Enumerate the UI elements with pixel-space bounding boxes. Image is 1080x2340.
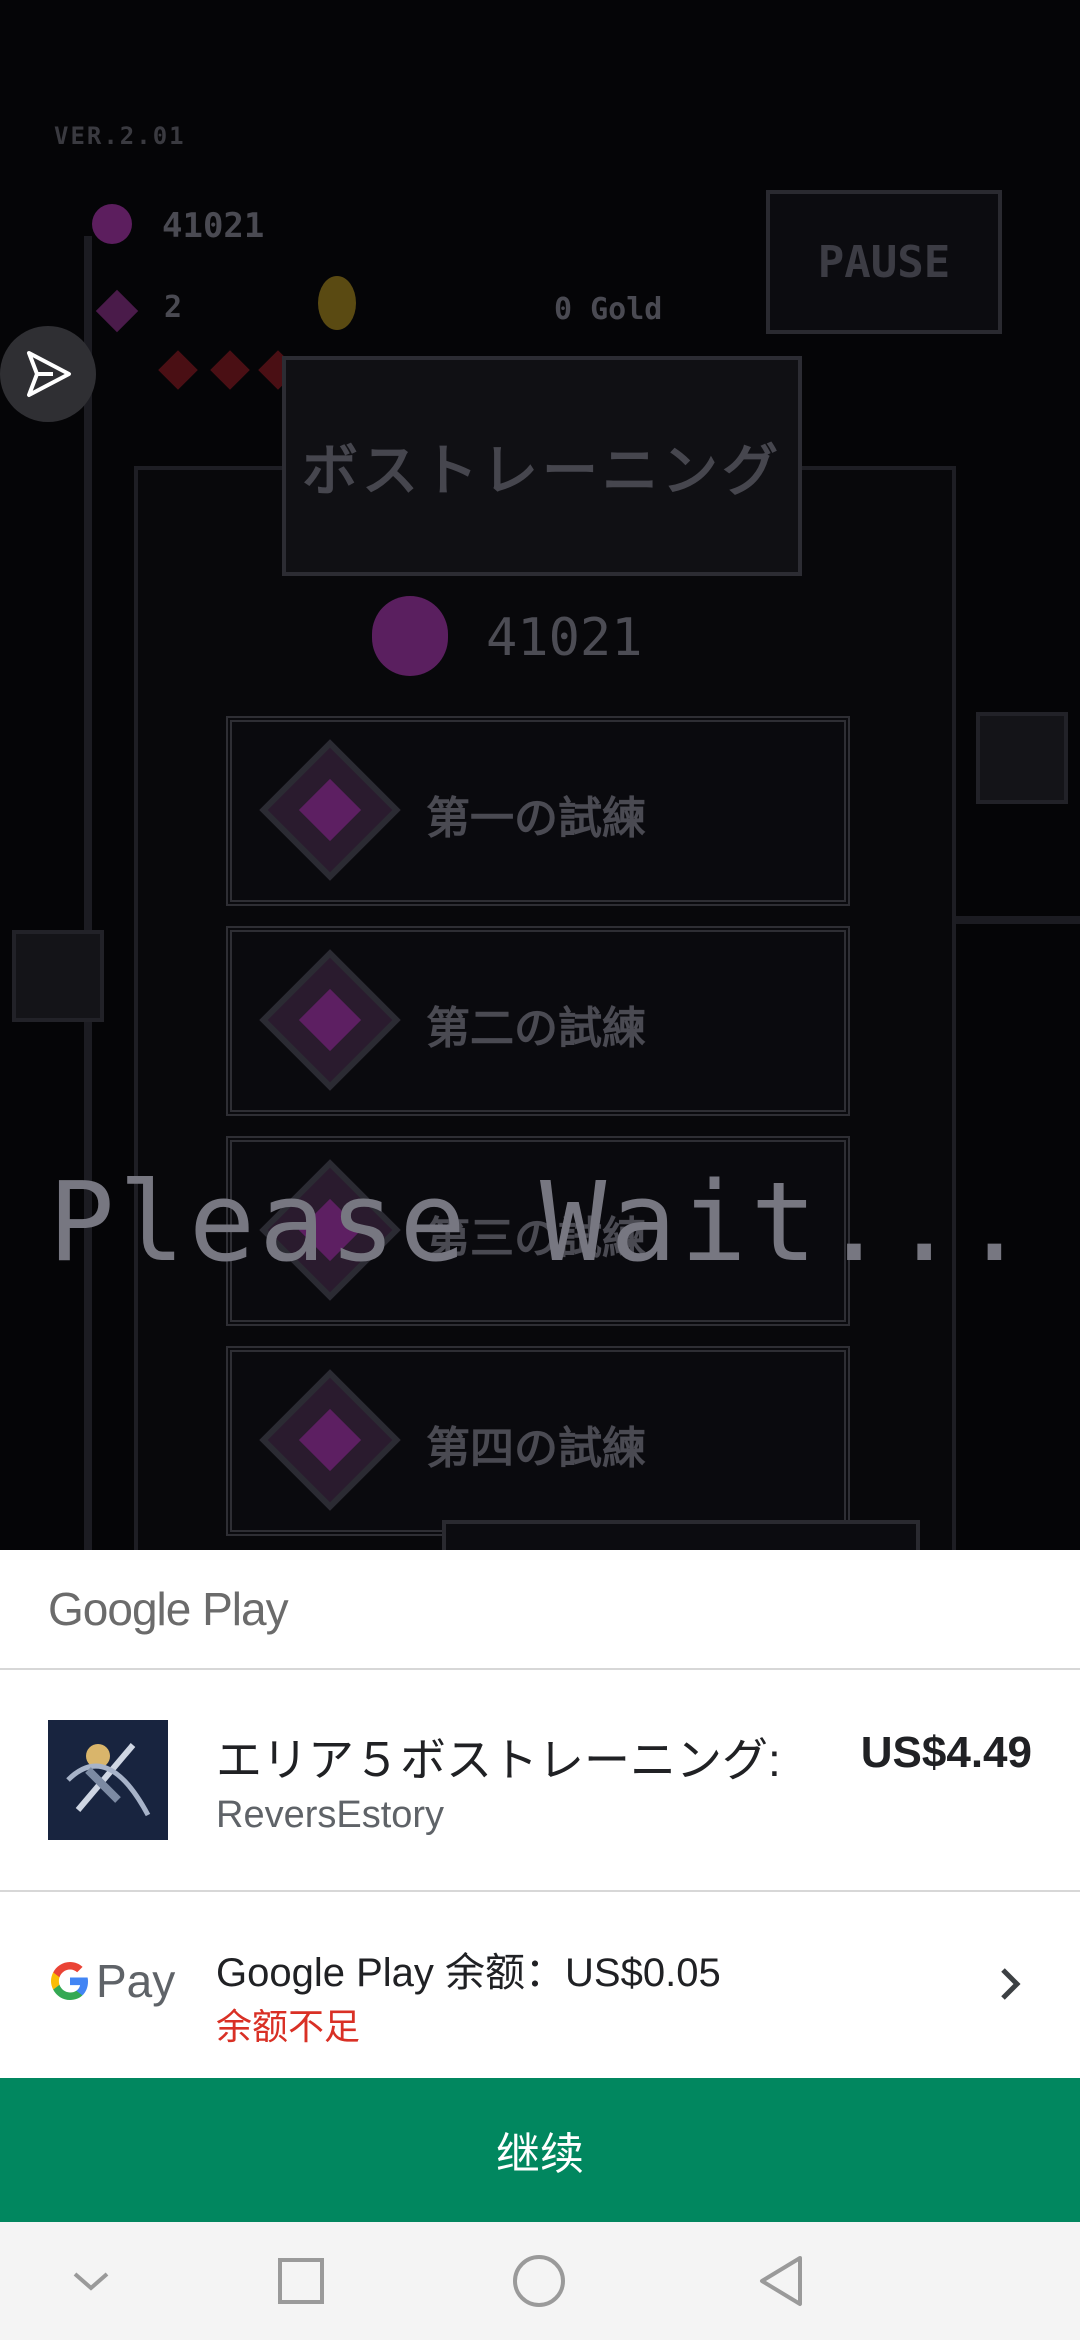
square-icon[interactable]	[266, 2246, 336, 2316]
pay-wordmark: Pay	[96, 1955, 176, 2007]
game-background: VER.2.01 41021 2 0 Gold PAUSE ボストレーニング 4…	[0, 0, 1080, 1550]
purchase-sheet: Google Play エリア５ボストレーニング: ReversEstory U…	[0, 1550, 1080, 2222]
google-g-icon	[51, 1962, 88, 2000]
sheet-header: Google Play	[0, 1550, 1080, 1670]
trial-1-button[interactable]: 第一の試練	[226, 716, 850, 906]
continue-button[interactable]: 继续	[0, 2078, 1080, 2222]
chevron-right-icon[interactable]	[980, 1954, 1040, 2014]
potion-stat: 41021	[162, 206, 265, 246]
trial-label: 第四の試練	[426, 1423, 646, 1474]
trial-gem-icon	[259, 1369, 401, 1511]
archer-icon	[48, 1720, 168, 1840]
send-icon	[27, 351, 71, 397]
side-rail	[940, 916, 1080, 924]
potion-count: 41021	[486, 608, 643, 668]
heart-icon	[210, 350, 250, 390]
pixel-block	[12, 930, 104, 1022]
google-pay-logo: Pay	[48, 1954, 175, 2008]
share-button[interactable]	[0, 326, 96, 422]
boss-training-title: ボストレーニング	[282, 356, 802, 576]
coin-icon	[318, 276, 356, 330]
trial-label: 第一の試練	[426, 793, 646, 844]
heart-icon	[158, 350, 198, 390]
trial-gem-icon	[259, 739, 401, 881]
trial-4-button[interactable]: 第四の試練	[226, 1346, 850, 1536]
trial-gem-icon	[259, 949, 401, 1091]
panel-bottom-box	[442, 1520, 920, 1550]
pause-button[interactable]: PAUSE	[766, 190, 1002, 334]
potion-icon	[92, 204, 132, 244]
trial-label: 第二の試練	[426, 1003, 646, 1054]
chevron-down-icon[interactable]	[56, 2246, 126, 2316]
insufficient-balance-warning: 余额不足	[216, 2006, 361, 2047]
side-rail	[84, 236, 92, 1550]
please-wait-text: Please Wait...	[48, 1158, 1032, 1286]
gold-stat: 0 Gold	[554, 292, 663, 327]
back-triangle-icon[interactable]	[746, 2246, 816, 2316]
circle-icon[interactable]	[504, 2246, 574, 2316]
gem-icon	[95, 289, 139, 333]
item-price: US$4.49	[860, 1728, 1032, 1777]
trial-2-button[interactable]: 第二の試練	[226, 926, 850, 1116]
purchase-item: エリア５ボストレーニング: ReversEstory US$4.49	[0, 1670, 1080, 1892]
google-play-logo: Google Play	[48, 1583, 289, 1635]
item-title: エリア５ボストレーニング:	[216, 1734, 781, 1786]
version-label: VER.2.01	[54, 122, 186, 150]
pixel-block	[976, 712, 1068, 804]
gem-stat: 2	[164, 290, 183, 325]
potion-icon	[372, 596, 448, 676]
app-thumbnail	[48, 1720, 168, 1840]
developer-name: ReversEstory	[216, 1794, 445, 1836]
balance-label: Google Play 余额：US$0.05	[216, 1951, 721, 1995]
payment-method-row[interactable]: Pay Google Play 余额：US$0.05 余额不足	[0, 1892, 1080, 2078]
system-nav-bar	[0, 2222, 1080, 2340]
